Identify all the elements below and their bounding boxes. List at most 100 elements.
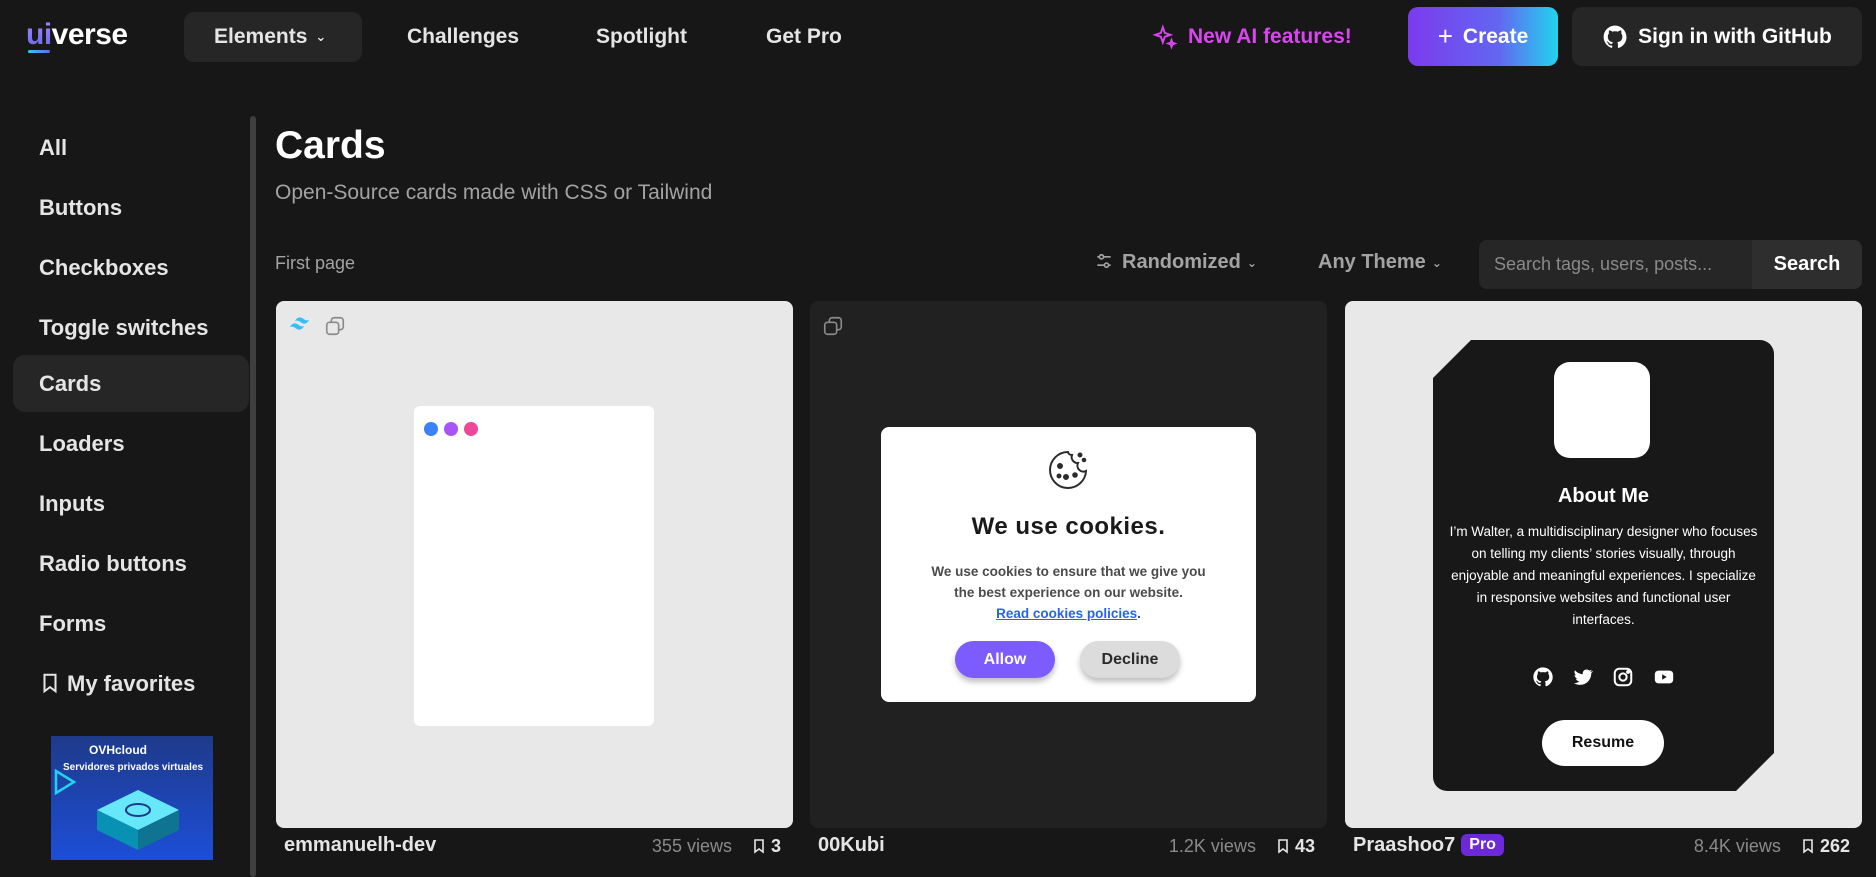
sidebar-item-checkboxes[interactable]: Checkboxes	[13, 239, 249, 296]
bookmark-icon	[1278, 838, 1288, 854]
cookie-policy-link[interactable]: Read cookies policies	[996, 606, 1137, 621]
sidebar-item-cards[interactable]: Cards	[13, 355, 249, 412]
theme-label: Any Theme	[1318, 251, 1426, 273]
card-saves[interactable]: 3	[751, 836, 781, 856]
card-preview[interactable]: We use cookies. We use cookies to ensure…	[810, 301, 1327, 828]
nav-get-pro-link[interactable]: Get Pro	[736, 12, 872, 62]
cookie-title: We use cookies.	[971, 513, 1166, 540]
sort-label: Randomized	[1122, 251, 1241, 273]
cookie-body: We use cookies to ensure that we give yo…	[931, 564, 1206, 600]
search-bar: Search	[1479, 240, 1862, 289]
page-subtitle: Open-Source cards made with CSS or Tailw…	[275, 181, 713, 204]
cookie-icon	[1049, 450, 1088, 489]
resume-button[interactable]: Resume	[1542, 720, 1664, 766]
sidebar-item-all[interactable]: All	[13, 119, 249, 176]
cookie-link-suffix: .	[1137, 606, 1141, 621]
nav-elements-label: Elements	[214, 25, 308, 48]
play-icon	[54, 768, 77, 796]
twitter-icon[interactable]	[1572, 666, 1594, 688]
card-views: 355 views	[651, 836, 732, 856]
nav-challenges-link[interactable]: Challenges	[377, 12, 549, 62]
chevron-down-icon: ⌄	[1246, 255, 1257, 270]
instagram-icon[interactable]	[1612, 666, 1634, 688]
sidebar-item-forms[interactable]: Forms	[13, 595, 249, 652]
card-saves-count: 3	[770, 836, 781, 856]
tailwind-icon	[290, 317, 309, 330]
logo-underline	[28, 50, 50, 53]
sliders-icon	[1097, 254, 1111, 269]
nav-elements-button[interactable]: Elements ⌄	[184, 12, 362, 62]
sort-dropdown[interactable]: Randomized ⌄	[1094, 246, 1257, 278]
window-dot-blue	[424, 422, 438, 436]
about-text: I’m Walter, a multidisciplinary designer…	[1449, 524, 1758, 627]
ovhcloud-advertisement[interactable]: OVHcloud Servidores privados virtuales	[51, 736, 213, 860]
sidebar-item-inputs[interactable]: Inputs	[13, 475, 249, 532]
uiverse-logo[interactable]: uiverse	[26, 18, 128, 54]
ad-brand: OVHcloud	[89, 743, 148, 757]
card-stats: 8.4K views 262	[1694, 836, 1850, 857]
card-preview[interactable]: About Me I’m Walter, a multidisciplinary…	[1345, 301, 1862, 828]
nav-spotlight-link[interactable]: Spotlight	[566, 12, 717, 62]
sidebar-item-toggle-switches[interactable]: Toggle switches	[13, 299, 249, 356]
sidebar-item-loaders[interactable]: Loaders	[13, 415, 249, 472]
copy-icon[interactable]	[822, 315, 844, 337]
bookmark-icon	[754, 838, 764, 854]
cookie-text: We use cookies to ensure that we give yo…	[921, 561, 1216, 624]
window-dot-purple	[444, 422, 458, 436]
avatar	[1554, 362, 1650, 458]
cookie-decline-button[interactable]: Decline	[1080, 641, 1180, 678]
card-icons	[288, 315, 346, 337]
sidebar-item-buttons[interactable]: Buttons	[13, 179, 249, 236]
bookmark-icon	[1803, 838, 1813, 854]
new-ai-features-label: New AI features!	[1188, 25, 1352, 48]
top-header: uiverse Elements ⌄ Challenges Spotlight G…	[0, 0, 1876, 74]
card-author-name: Praashoo7	[1353, 834, 1456, 856]
search-button[interactable]: Search	[1752, 240, 1862, 289]
logo-rest-text: verse	[51, 18, 128, 51]
card-saves[interactable]: 43	[1275, 836, 1315, 856]
card-views: 8.4K views	[1693, 836, 1781, 856]
sidebar-item-my-favorites[interactable]: My favorites	[13, 655, 249, 712]
card-icons	[822, 315, 844, 337]
social-links	[1433, 666, 1774, 688]
about-me-card: About Me I’m Walter, a multidisciplinary…	[1433, 340, 1774, 791]
logo-ui-text: ui	[26, 18, 52, 51]
window-dot-pink	[464, 422, 478, 436]
my-favorites-label: My favorites	[67, 671, 196, 696]
card-author[interactable]: emmanuelh-dev	[284, 834, 436, 857]
window-mockup	[414, 406, 654, 726]
card-stats: 1.2K views 43	[1169, 836, 1315, 857]
create-button[interactable]: + Create	[1408, 7, 1558, 66]
new-ai-features-link[interactable]: New AI features!	[1152, 12, 1352, 62]
create-label: Create	[1462, 24, 1529, 48]
pagination-first-page[interactable]: First page	[275, 253, 355, 274]
card-stats: 355 views 3	[652, 836, 781, 857]
card-views: 1.2K views	[1168, 836, 1256, 856]
github-label: Sign in with GitHub	[1638, 24, 1832, 48]
card-saves[interactable]: 262	[1800, 836, 1850, 856]
sidebar-scrollbar[interactable]	[250, 116, 256, 877]
github-icon[interactable]	[1532, 666, 1554, 688]
pro-badge: Pro	[1461, 834, 1504, 856]
about-title: About Me	[1557, 485, 1650, 507]
youtube-icon[interactable]	[1652, 666, 1676, 688]
server-illustration	[97, 790, 179, 850]
card-author[interactable]: 00Kubi	[818, 834, 885, 857]
copy-icon[interactable]	[324, 315, 346, 337]
card-author[interactable]: Praashoo7 Pro	[1353, 834, 1504, 857]
plus-icon: +	[1437, 21, 1453, 51]
sign-in-github-button[interactable]: Sign in with GitHub	[1572, 7, 1862, 66]
card-footer: emmanuelh-dev 355 views 3	[276, 834, 793, 864]
github-icon	[1603, 25, 1627, 48]
search-input[interactable]	[1479, 240, 1752, 289]
card-preview[interactable]	[276, 301, 793, 828]
theme-dropdown[interactable]: Any Theme ⌄	[1318, 246, 1442, 278]
cookie-allow-button[interactable]: Allow	[955, 641, 1055, 678]
card-footer: 00Kubi 1.2K views 43	[810, 834, 1327, 864]
chevron-down-icon: ⌄	[315, 29, 327, 45]
sparkles-icon	[1152, 24, 1178, 51]
card-footer: Praashoo7 Pro 8.4K views 262	[1345, 834, 1862, 864]
sidebar-item-radio-buttons[interactable]: Radio buttons	[13, 535, 249, 592]
card-saves-count: 43	[1294, 836, 1315, 856]
bookmark-icon	[43, 673, 57, 694]
